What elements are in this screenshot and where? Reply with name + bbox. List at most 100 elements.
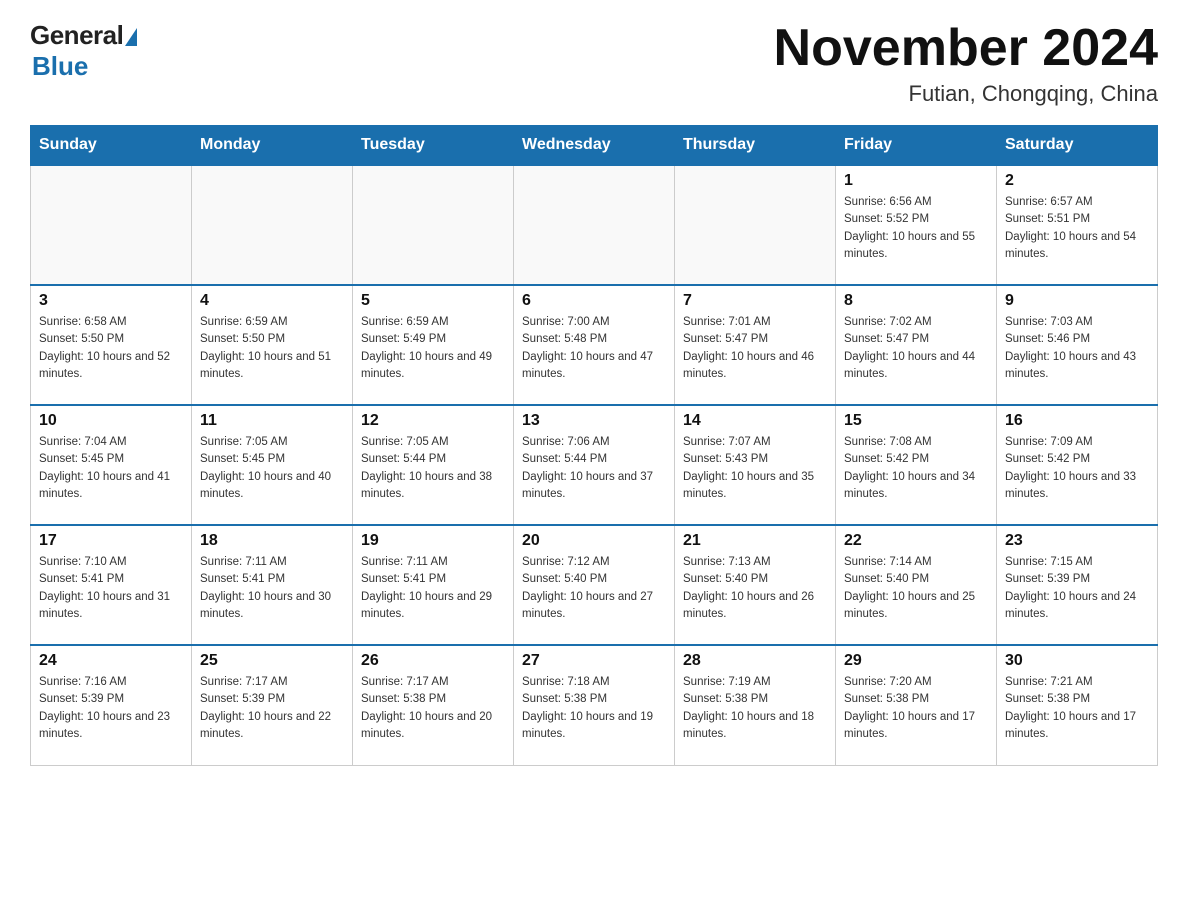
day-info: Sunrise: 7:18 AMSunset: 5:38 PMDaylight:… [522,674,666,743]
calendar-cell: 12 Sunrise: 7:05 AMSunset: 5:44 PMDayligh… [353,405,514,525]
day-info: Sunrise: 7:01 AMSunset: 5:47 PMDaylight:… [683,314,827,383]
day-number: 3 [39,292,183,310]
day-number: 20 [522,532,666,550]
day-info: Sunrise: 7:04 AMSunset: 5:45 PMDaylight:… [39,434,183,503]
day-number: 30 [1005,652,1149,670]
weekday-header-wednesday: Wednesday [514,126,675,166]
calendar-cell: 11 Sunrise: 7:05 AMSunset: 5:45 PMDayligh… [192,405,353,525]
day-info: Sunrise: 7:05 AMSunset: 5:44 PMDaylight:… [361,434,505,503]
logo: General Blue [30,20,137,82]
calendar-cell: 16Sunrise: 7:09 AMSunset: 5:42 PMDayligh… [997,405,1158,525]
calendar-cell: 23Sunrise: 7:15 AMSunset: 5:39 PMDayligh… [997,525,1158,645]
day-number: 16 [1005,412,1149,430]
day-number: 24 [39,652,183,670]
calendar-cell [31,165,192,285]
day-number: 17 [39,532,183,550]
day-info: Sunrise: 7:10 AMSunset: 5:41 PMDaylight:… [39,554,183,623]
calendar-cell: 14 Sunrise: 7:07 AMSunset: 5:43 PMDayligh… [675,405,836,525]
day-info: Sunrise: 7:21 AMSunset: 5:38 PMDaylight:… [1005,674,1149,743]
calendar-cell: 22 Sunrise: 7:14 AMSunset: 5:40 PMDayligh… [836,525,997,645]
weekday-header-saturday: Saturday [997,126,1158,166]
day-number: 14 [683,412,827,430]
day-info: Sunrise: 7:11 AMSunset: 5:41 PMDaylight:… [200,554,344,623]
calendar-cell [514,165,675,285]
logo-general-text: General [30,20,123,51]
day-number: 2 [1005,172,1149,190]
calendar-cell: 1 Sunrise: 6:56 AMSunset: 5:52 PMDaylight… [836,165,997,285]
day-info: Sunrise: 7:17 AMSunset: 5:38 PMDaylight:… [361,674,505,743]
day-number: 22 [844,532,988,550]
day-number: 29 [844,652,988,670]
calendar-cell: 27Sunrise: 7:18 AMSunset: 5:38 PMDayligh… [514,645,675,765]
calendar-cell [675,165,836,285]
day-number: 7 [683,292,827,310]
day-number: 12 [361,412,505,430]
day-info: Sunrise: 7:02 AMSunset: 5:47 PMDaylight:… [844,314,988,383]
day-number: 13 [522,412,666,430]
calendar-cell: 29 Sunrise: 7:20 AMSunset: 5:38 PMDayligh… [836,645,997,765]
calendar-cell: 30 Sunrise: 7:21 AMSunset: 5:38 PMDayligh… [997,645,1158,765]
calendar-week-row: 1 Sunrise: 6:56 AMSunset: 5:52 PMDaylight… [31,165,1158,285]
calendar-cell: 18 Sunrise: 7:11 AMSunset: 5:41 PMDayligh… [192,525,353,645]
calendar-week-row: 17 Sunrise: 7:10 AMSunset: 5:41 PMDayligh… [31,525,1158,645]
day-info: Sunrise: 7:11 AMSunset: 5:41 PMDaylight:… [361,554,505,623]
day-number: 1 [844,172,988,190]
day-info: Sunrise: 6:59 AMSunset: 5:50 PMDaylight:… [200,314,344,383]
calendar-cell: 26 Sunrise: 7:17 AMSunset: 5:38 PMDayligh… [353,645,514,765]
calendar-cell: 13 Sunrise: 7:06 AMSunset: 5:44 PMDayligh… [514,405,675,525]
day-info: Sunrise: 7:17 AMSunset: 5:39 PMDaylight:… [200,674,344,743]
calendar-cell: 28Sunrise: 7:19 AMSunset: 5:38 PMDayligh… [675,645,836,765]
day-info: Sunrise: 7:06 AMSunset: 5:44 PMDaylight:… [522,434,666,503]
day-info: Sunrise: 7:05 AMSunset: 5:45 PMDaylight:… [200,434,344,503]
calendar-cell: 3 Sunrise: 6:58 AMSunset: 5:50 PMDaylight… [31,285,192,405]
calendar-cell: 9Sunrise: 7:03 AMSunset: 5:46 PMDaylight… [997,285,1158,405]
calendar-cell: 21Sunrise: 7:13 AMSunset: 5:40 PMDayligh… [675,525,836,645]
day-number: 28 [683,652,827,670]
day-info: Sunrise: 6:56 AMSunset: 5:52 PMDaylight:… [844,194,988,263]
calendar-table: SundayMondayTuesdayWednesdayThursdayFrid… [30,125,1158,766]
day-info: Sunrise: 7:14 AMSunset: 5:40 PMDaylight:… [844,554,988,623]
month-title: November 2024 [774,20,1158,77]
day-number: 18 [200,532,344,550]
day-info: Sunrise: 7:20 AMSunset: 5:38 PMDaylight:… [844,674,988,743]
calendar-cell [353,165,514,285]
day-info: Sunrise: 7:16 AMSunset: 5:39 PMDaylight:… [39,674,183,743]
day-info: Sunrise: 6:59 AMSunset: 5:49 PMDaylight:… [361,314,505,383]
calendar-cell: 25Sunrise: 7:17 AMSunset: 5:39 PMDayligh… [192,645,353,765]
calendar-header-row: SundayMondayTuesdayWednesdayThursdayFrid… [31,126,1158,166]
day-number: 4 [200,292,344,310]
location-title: Futian, Chongqing, China [774,81,1158,107]
day-info: Sunrise: 7:00 AMSunset: 5:48 PMDaylight:… [522,314,666,383]
day-number: 23 [1005,532,1149,550]
day-info: Sunrise: 7:07 AMSunset: 5:43 PMDaylight:… [683,434,827,503]
weekday-header-friday: Friday [836,126,997,166]
day-info: Sunrise: 6:58 AMSunset: 5:50 PMDaylight:… [39,314,183,383]
day-number: 21 [683,532,827,550]
logo-blue-text: Blue [32,51,88,82]
calendar-cell: 17 Sunrise: 7:10 AMSunset: 5:41 PMDayligh… [31,525,192,645]
day-number: 11 [200,412,344,430]
day-number: 6 [522,292,666,310]
weekday-header-thursday: Thursday [675,126,836,166]
page-header: General Blue November 2024 Futian, Chong… [30,20,1158,107]
calendar-cell: 20 Sunrise: 7:12 AMSunset: 5:40 PMDayligh… [514,525,675,645]
calendar-cell [192,165,353,285]
calendar-week-row: 24 Sunrise: 7:16 AMSunset: 5:39 PMDayligh… [31,645,1158,765]
weekday-header-monday: Monday [192,126,353,166]
calendar-cell: 4 Sunrise: 6:59 AMSunset: 5:50 PMDaylight… [192,285,353,405]
day-number: 15 [844,412,988,430]
day-number: 9 [1005,292,1149,310]
calendar-cell: 7 Sunrise: 7:01 AMSunset: 5:47 PMDaylight… [675,285,836,405]
day-number: 10 [39,412,183,430]
calendar-cell: 2 Sunrise: 6:57 AMSunset: 5:51 PMDaylight… [997,165,1158,285]
day-info: Sunrise: 7:12 AMSunset: 5:40 PMDaylight:… [522,554,666,623]
weekday-header-tuesday: Tuesday [353,126,514,166]
calendar-cell: 24 Sunrise: 7:16 AMSunset: 5:39 PMDayligh… [31,645,192,765]
day-number: 8 [844,292,988,310]
day-number: 26 [361,652,505,670]
weekday-header-sunday: Sunday [31,126,192,166]
calendar-week-row: 3 Sunrise: 6:58 AMSunset: 5:50 PMDaylight… [31,285,1158,405]
logo-triangle-icon [125,28,137,46]
calendar-week-row: 10 Sunrise: 7:04 AMSunset: 5:45 PMDayligh… [31,405,1158,525]
day-info: Sunrise: 6:57 AMSunset: 5:51 PMDaylight:… [1005,194,1149,263]
